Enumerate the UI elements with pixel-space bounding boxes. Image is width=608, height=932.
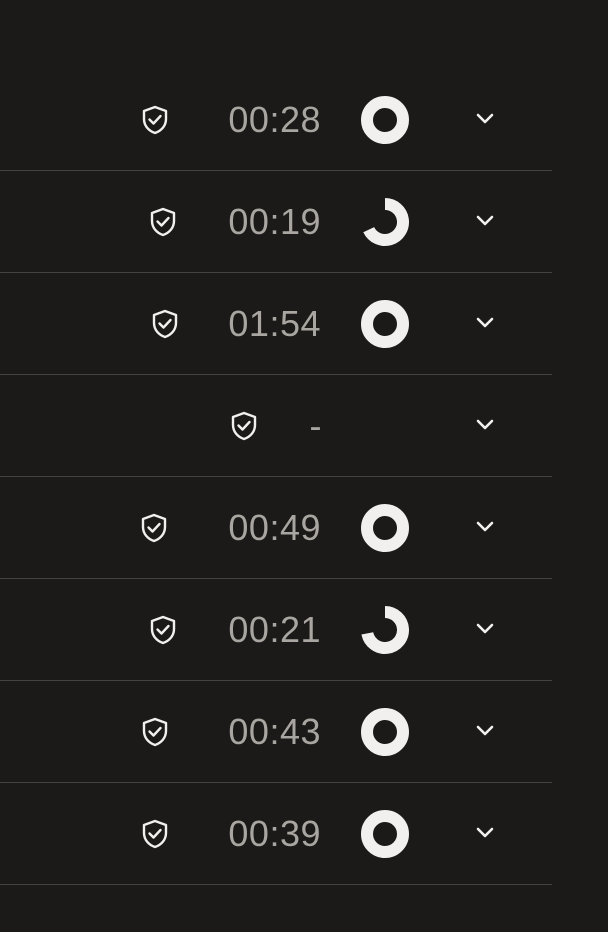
chevron-down-icon[interactable] [472,211,498,231]
progress-ring-fill [361,504,409,552]
chevron-down-icon[interactable] [472,313,498,333]
shield-check-icon [142,819,168,849]
chevron-down-icon[interactable] [472,517,498,537]
progress-ring [361,96,409,144]
elapsed-time: - [309,405,322,446]
elapsed-time: 00:21 [228,609,321,650]
elapsed-time: 00:49 [228,507,321,548]
shield-check-icon [150,615,176,645]
list-item: 00:28 [0,69,552,171]
progress-ring-fill [361,708,409,756]
progress-ring-fill [361,606,409,654]
shield-check-icon [142,105,168,135]
progress-ring-fill [361,810,409,858]
chevron-down-icon[interactable] [472,109,498,129]
elapsed-time: 00:19 [228,201,321,242]
progress-ring [361,300,409,348]
chevron-down-icon[interactable] [472,721,498,741]
progress-ring [361,504,409,552]
progress-ring [361,606,409,654]
list-item: 01:54 [0,273,552,375]
progress-ring-fill [361,96,409,144]
shield-check-icon [150,207,176,237]
shield-check-icon [152,309,178,339]
chevron-down-icon[interactable] [472,823,498,843]
chevron-down-icon[interactable] [472,415,498,435]
shield-check-icon [142,717,168,747]
list-item: - [0,375,552,477]
shield-check-icon [141,513,167,543]
progress-ring-fill [363,198,409,246]
progress-ring [363,198,409,246]
progress-ring [361,810,409,858]
list-item: 00:49 [0,477,552,579]
elapsed-time: 01:54 [228,303,321,344]
chevron-down-icon[interactable] [472,619,498,639]
timer-list: 00:28 00:19 01:54 - 00:49 00:21 00:43 00… [0,69,552,885]
elapsed-time: 00:39 [228,813,321,854]
progress-ring-fill [361,300,409,348]
list-item: 00:21 [0,579,552,681]
shield-check-icon [231,411,257,441]
progress-ring [361,708,409,756]
list-item: 00:43 [0,681,552,783]
elapsed-time: 00:28 [228,99,321,140]
list-item: 00:19 [0,171,552,273]
list-item: 00:39 [0,783,552,885]
elapsed-time: 00:43 [228,711,321,752]
